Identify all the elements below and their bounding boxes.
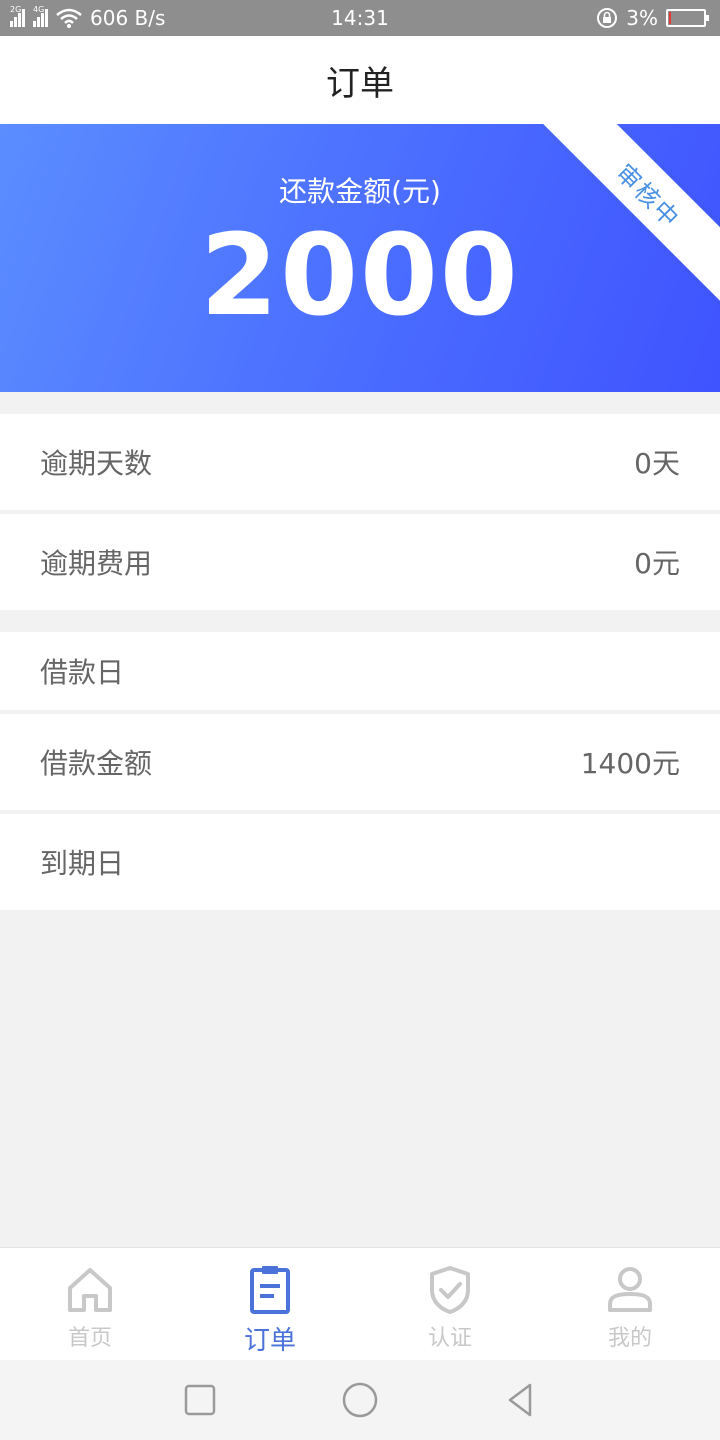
tab-mine[interactable]: 我的 bbox=[540, 1248, 720, 1360]
loan-amount-row: 借款金额 1400元 bbox=[0, 714, 720, 810]
battery-percent: 3% bbox=[626, 6, 658, 30]
status-time: 14:31 bbox=[331, 6, 389, 30]
row-label: 逾期费用 bbox=[40, 547, 153, 580]
row-label: 逾期天数 bbox=[40, 447, 153, 480]
repayment-hero: 还款金额(元) 2000 审核中 bbox=[0, 124, 720, 392]
title-bar: 订单 bbox=[0, 36, 720, 124]
tab-label: 首页 bbox=[67, 1326, 112, 1351]
home-button-icon[interactable] bbox=[340, 1380, 380, 1420]
order-icon bbox=[250, 1266, 290, 1314]
bottom-tab-bar: 首页 订单 认证 我的 bbox=[0, 1247, 720, 1360]
repayment-amount: 2000 bbox=[200, 211, 520, 341]
shield-check-icon bbox=[430, 1266, 470, 1314]
battery-level bbox=[669, 12, 672, 24]
user-icon bbox=[608, 1267, 652, 1312]
rotation-lock-icon bbox=[597, 8, 618, 28]
tab-label: 我的 bbox=[607, 1326, 652, 1351]
system-nav-bar bbox=[0, 1360, 720, 1440]
loan-date-row: 借款日 bbox=[0, 632, 720, 710]
status-right: 3% bbox=[596, 0, 709, 36]
overdue-days-row: 逾期天数 0天 bbox=[0, 414, 720, 510]
tab-label: 认证 bbox=[427, 1326, 472, 1351]
tab-verify[interactable]: 认证 bbox=[360, 1248, 540, 1360]
home-icon bbox=[68, 1268, 112, 1312]
screen: 2G 4G 606 B/s 14:31 3% 订单 还款金额(元) 2000 审… bbox=[0, 0, 720, 1440]
tab-home[interactable]: 首页 bbox=[0, 1248, 180, 1360]
back-icon[interactable] bbox=[500, 1380, 540, 1420]
row-value: 0元 bbox=[634, 547, 680, 580]
page-title: 订单 bbox=[326, 63, 394, 104]
row-label: 到期日 bbox=[40, 847, 125, 880]
row-label: 借款金额 bbox=[40, 747, 153, 780]
row-value: 1400元 bbox=[580, 747, 680, 780]
recent-apps-icon[interactable] bbox=[180, 1380, 220, 1420]
row-value: 0天 bbox=[634, 447, 680, 480]
row-label: 借款日 bbox=[40, 656, 125, 689]
tab-orders[interactable]: 订单 bbox=[180, 1248, 360, 1360]
due-date-row: 到期日 bbox=[0, 814, 720, 910]
overdue-fee-row: 逾期费用 0元 bbox=[0, 514, 720, 610]
battery-icon bbox=[666, 9, 709, 27]
status-bar: 2G 4G 606 B/s 14:31 3% bbox=[0, 0, 720, 36]
tab-label: 订单 bbox=[243, 1326, 296, 1356]
